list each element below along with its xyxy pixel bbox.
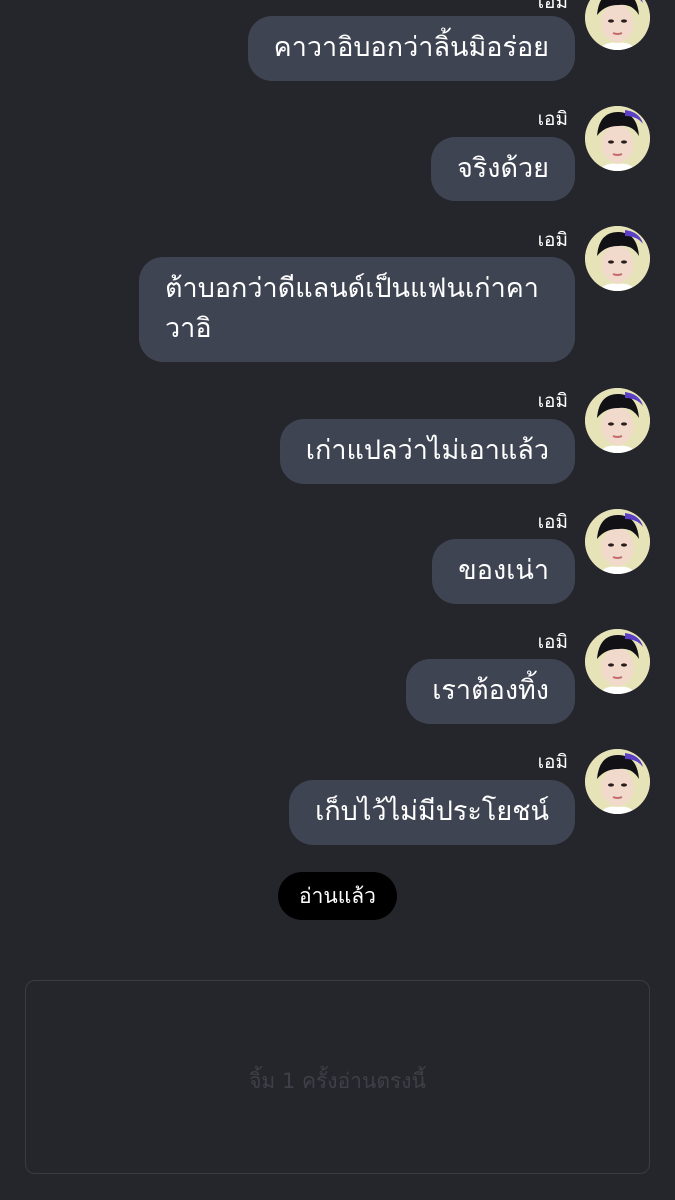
message-bubble[interactable]: คาวาอิบอกว่าลิ้นมิอร่อย [247, 16, 575, 81]
avatar[interactable] [585, 388, 650, 453]
message-bubble[interactable]: ต้าบอกว่าดีแลนด์เป็นแฟนเก่าคาวาอิ [139, 257, 575, 362]
avatar[interactable] [585, 629, 650, 694]
avatar-portrait-icon [585, 106, 650, 171]
avatar[interactable] [585, 509, 650, 574]
sender-name: เอมิ [537, 751, 568, 773]
avatar[interactable] [585, 749, 650, 814]
tap-to-read-area[interactable]: จิ้ม 1 ครั้งอ่านตรงนี้ [25, 980, 650, 1174]
message-bubble[interactable]: เก่าแปลว่าไม่เอาแล้ว [279, 419, 575, 484]
avatar[interactable] [585, 0, 650, 50]
avatar[interactable] [585, 106, 650, 171]
message-bubble[interactable]: จริงด้วย [430, 137, 575, 201]
sender-name: เอมิ [537, 390, 568, 412]
avatar-portrait-icon [585, 388, 650, 453]
sender-name: เอมิ [537, 511, 568, 533]
sender-name: เอมิ [537, 108, 568, 130]
avatar-portrait-icon [585, 0, 650, 50]
avatar-portrait-icon [585, 226, 650, 291]
avatar-portrait-icon [585, 509, 650, 574]
message-bubble[interactable]: เก็บไว้ไม่มีประโยชน์ [289, 780, 575, 845]
avatar-portrait-icon [585, 629, 650, 694]
sender-name: เอมิ [537, 631, 568, 653]
sender-name: เอมิ [537, 0, 568, 13]
avatar-portrait-icon [585, 749, 650, 814]
message-bubble[interactable]: เราต้องทิ้ง [406, 659, 575, 724]
sender-name: เอมิ [537, 229, 568, 251]
message-bubble[interactable]: ของเน่า [432, 539, 575, 604]
tap-hint-text: จิ้ม 1 ครั้งอ่านตรงนี้ [249, 1068, 426, 1093]
read-status-badge: อ่านแล้ว [278, 872, 397, 920]
avatar[interactable] [585, 226, 650, 291]
